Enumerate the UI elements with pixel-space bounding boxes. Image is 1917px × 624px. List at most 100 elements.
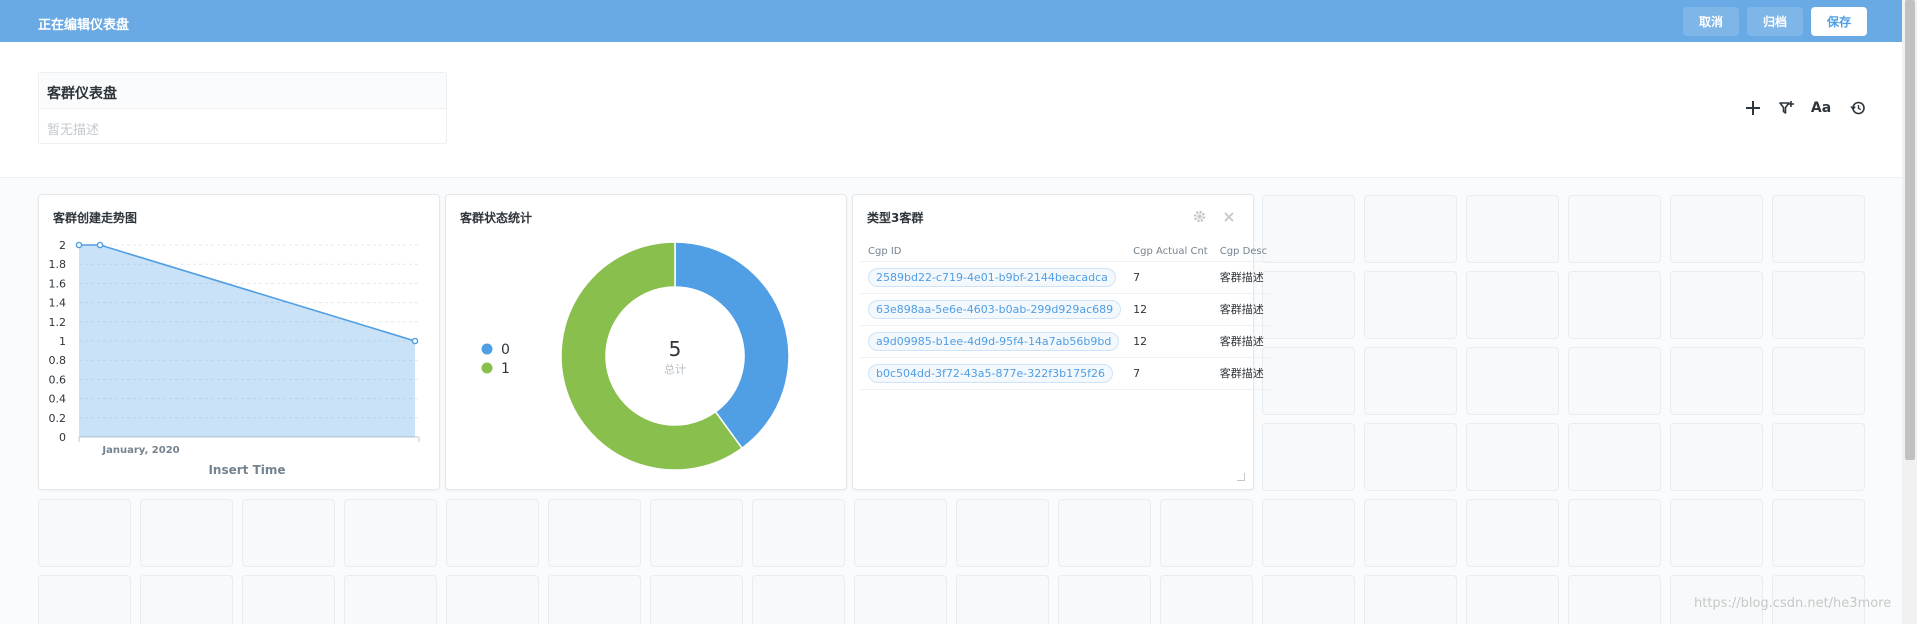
- pie-slice-0: [674, 241, 790, 450]
- gear-icon[interactable]: [1192, 209, 1207, 228]
- grid-placeholder: [1160, 575, 1253, 624]
- grid-placeholder: [1466, 575, 1559, 624]
- grid-placeholder: [242, 499, 335, 567]
- y-tick-label: 0.4: [49, 393, 67, 406]
- cgp-id-pill[interactable]: 63e898aa-5e6e-4603-b0ab-299d929ac689: [868, 299, 1122, 319]
- grid-placeholder: [548, 575, 641, 624]
- donut-total-value: 5: [669, 337, 682, 361]
- grid-placeholder: [344, 499, 437, 567]
- grid-placeholder: [1058, 499, 1151, 567]
- grid-placeholder: [242, 575, 335, 624]
- y-tick-label: 1.4: [49, 297, 67, 310]
- grid-placeholder: [1772, 499, 1865, 567]
- watermark: https://blog.csdn.net/he3more: [1694, 596, 1892, 611]
- status-chart-card[interactable]: 客群状态统计 5 总计 0 1: [445, 194, 847, 490]
- cgp-cnt-cell: 7: [1125, 357, 1212, 390]
- dashboard-description-input[interactable]: 暂无描述: [39, 109, 446, 148]
- grid-placeholder: [1262, 347, 1355, 415]
- edit-mode-bar: 正在编辑仪表盘 取消 归档 保存: [0, 0, 1902, 42]
- grid-placeholder: [548, 499, 641, 567]
- grid-placeholder: [344, 575, 437, 624]
- grid-placeholder: [650, 575, 743, 624]
- grid-placeholder: [1364, 271, 1457, 339]
- add-card-icon[interactable]: [1743, 98, 1763, 118]
- cgp-cnt-cell: 12: [1125, 293, 1212, 326]
- legend-label: 0: [501, 342, 510, 358]
- grid-placeholder: [446, 575, 539, 624]
- grid-placeholder: [140, 575, 233, 624]
- grid-placeholder: [1364, 195, 1457, 263]
- grid-placeholder: [1568, 271, 1661, 339]
- grid-placeholder: [1466, 499, 1559, 567]
- grid-placeholder: [1364, 575, 1457, 624]
- cgp-desc-cell: 客群描述: [1211, 357, 1272, 390]
- grid-placeholder: [1568, 423, 1661, 491]
- y-tick-label: 1.8: [49, 258, 67, 271]
- cgp-desc-cell: 客群描述: [1211, 293, 1272, 326]
- grid-placeholder: [1568, 347, 1661, 415]
- text-box-icon[interactable]: Aa: [1811, 98, 1831, 118]
- filter-add-icon[interactable]: [1777, 98, 1797, 118]
- data-point: [75, 241, 83, 249]
- cgp-cnt-cell: 7: [1125, 261, 1212, 294]
- x-tick-label: January, 2020: [101, 445, 179, 456]
- grid-placeholder: [1568, 575, 1661, 624]
- grid-placeholder: [956, 575, 1049, 624]
- legend-dot: [481, 343, 493, 355]
- column-header-cgp-actual-cnt[interactable]: Cgp Actual Cnt: [1125, 243, 1212, 262]
- cgp-desc-cell: 客群描述: [1211, 261, 1272, 294]
- table-row: a9d09985-b1ee-4d9d-95f4-14a7ab56b9bd 12 …: [860, 325, 1272, 358]
- cancel-button[interactable]: 取消: [1683, 7, 1739, 36]
- grid-placeholder: [1772, 195, 1865, 263]
- area-fill: [79, 245, 415, 437]
- grid-placeholder: [38, 575, 131, 624]
- grid-placeholder: [1160, 499, 1253, 567]
- data-point: [411, 337, 419, 345]
- cgp-cnt-cell: 12: [1125, 325, 1212, 358]
- table-card-title: 类型3客群: [867, 211, 924, 225]
- save-button[interactable]: 保存: [1811, 7, 1867, 36]
- table-row: 2589bd22-c719-4e01-b9bf-2144beacadca 7 客…: [860, 261, 1272, 294]
- grid-placeholder: [650, 499, 743, 567]
- grid-placeholder: [38, 499, 131, 567]
- grid-placeholder: [1670, 423, 1763, 491]
- grid-placeholder: [446, 499, 539, 567]
- dashboard-header: 客群仪表盘 暂无描述: [0, 42, 1902, 178]
- cgp-table-card[interactable]: 类型3客群 Cgp ID Cgp Actual Cnt Cgp Desc 258…: [852, 194, 1272, 490]
- grid-placeholder: [752, 499, 845, 567]
- grid-placeholder: [1772, 423, 1865, 491]
- grid-placeholder: [956, 499, 1049, 567]
- grid-placeholder: [1568, 499, 1661, 567]
- donut-total-label: 总计: [664, 362, 686, 376]
- dashboard-title-box: 客群仪表盘 暂无描述: [38, 72, 447, 144]
- scrollbar-thumb[interactable]: [1905, 0, 1915, 460]
- dashboard-name-input[interactable]: 客群仪表盘: [39, 73, 446, 109]
- y-tick-label: 0.2: [49, 412, 67, 425]
- grid-placeholder: [1466, 423, 1559, 491]
- y-tick-label: 0.8: [49, 354, 67, 367]
- cgp-id-pill[interactable]: b0c504dd-3f72-43a5-877e-322f3b175f26: [868, 363, 1113, 383]
- history-icon[interactable]: [1848, 98, 1868, 118]
- grid-placeholder: [1466, 347, 1559, 415]
- table-row: b0c504dd-3f72-43a5-877e-322f3b175f26 7 客…: [860, 357, 1272, 390]
- grid-placeholder: [1670, 271, 1763, 339]
- y-tick-label: 1: [59, 335, 66, 348]
- resize-handle[interactable]: [1237, 473, 1245, 481]
- trend-chart: 0 0.2 0.4 0.6 0.8 1 1.2 1.4 1.6 1.8 2 January, 2020…: [49, 239, 420, 477]
- grid-placeholder: [140, 499, 233, 567]
- grid-placeholder: [1670, 347, 1763, 415]
- grid-placeholder: [752, 575, 845, 624]
- column-header-cgp-id[interactable]: Cgp ID: [860, 243, 1126, 262]
- archive-button[interactable]: 归档: [1747, 7, 1803, 36]
- y-tick-label: 2: [59, 239, 66, 252]
- status-donut-chart: 5总计 0 1: [481, 241, 790, 471]
- legend-label: 1: [501, 361, 510, 377]
- cgp-id-pill[interactable]: 2589bd22-c719-4e01-b9bf-2144beacadca: [868, 267, 1116, 287]
- column-header-cgp-desc[interactable]: Cgp Desc: [1211, 243, 1272, 262]
- cgp-id-pill[interactable]: a9d09985-b1ee-4d9d-95f4-14a7ab56b9bd: [868, 331, 1120, 351]
- trend-chart-card[interactable]: 客群创建走势图 0 0.2 0.4 0.6 0.8 1 1.2 1.4 1.6 1.8 2 Janua…: [38, 194, 440, 490]
- data-point: [96, 241, 104, 249]
- close-icon[interactable]: [1222, 209, 1236, 228]
- x-axis-title: Insert Time: [208, 463, 285, 477]
- grid-placeholder: [1262, 575, 1355, 624]
